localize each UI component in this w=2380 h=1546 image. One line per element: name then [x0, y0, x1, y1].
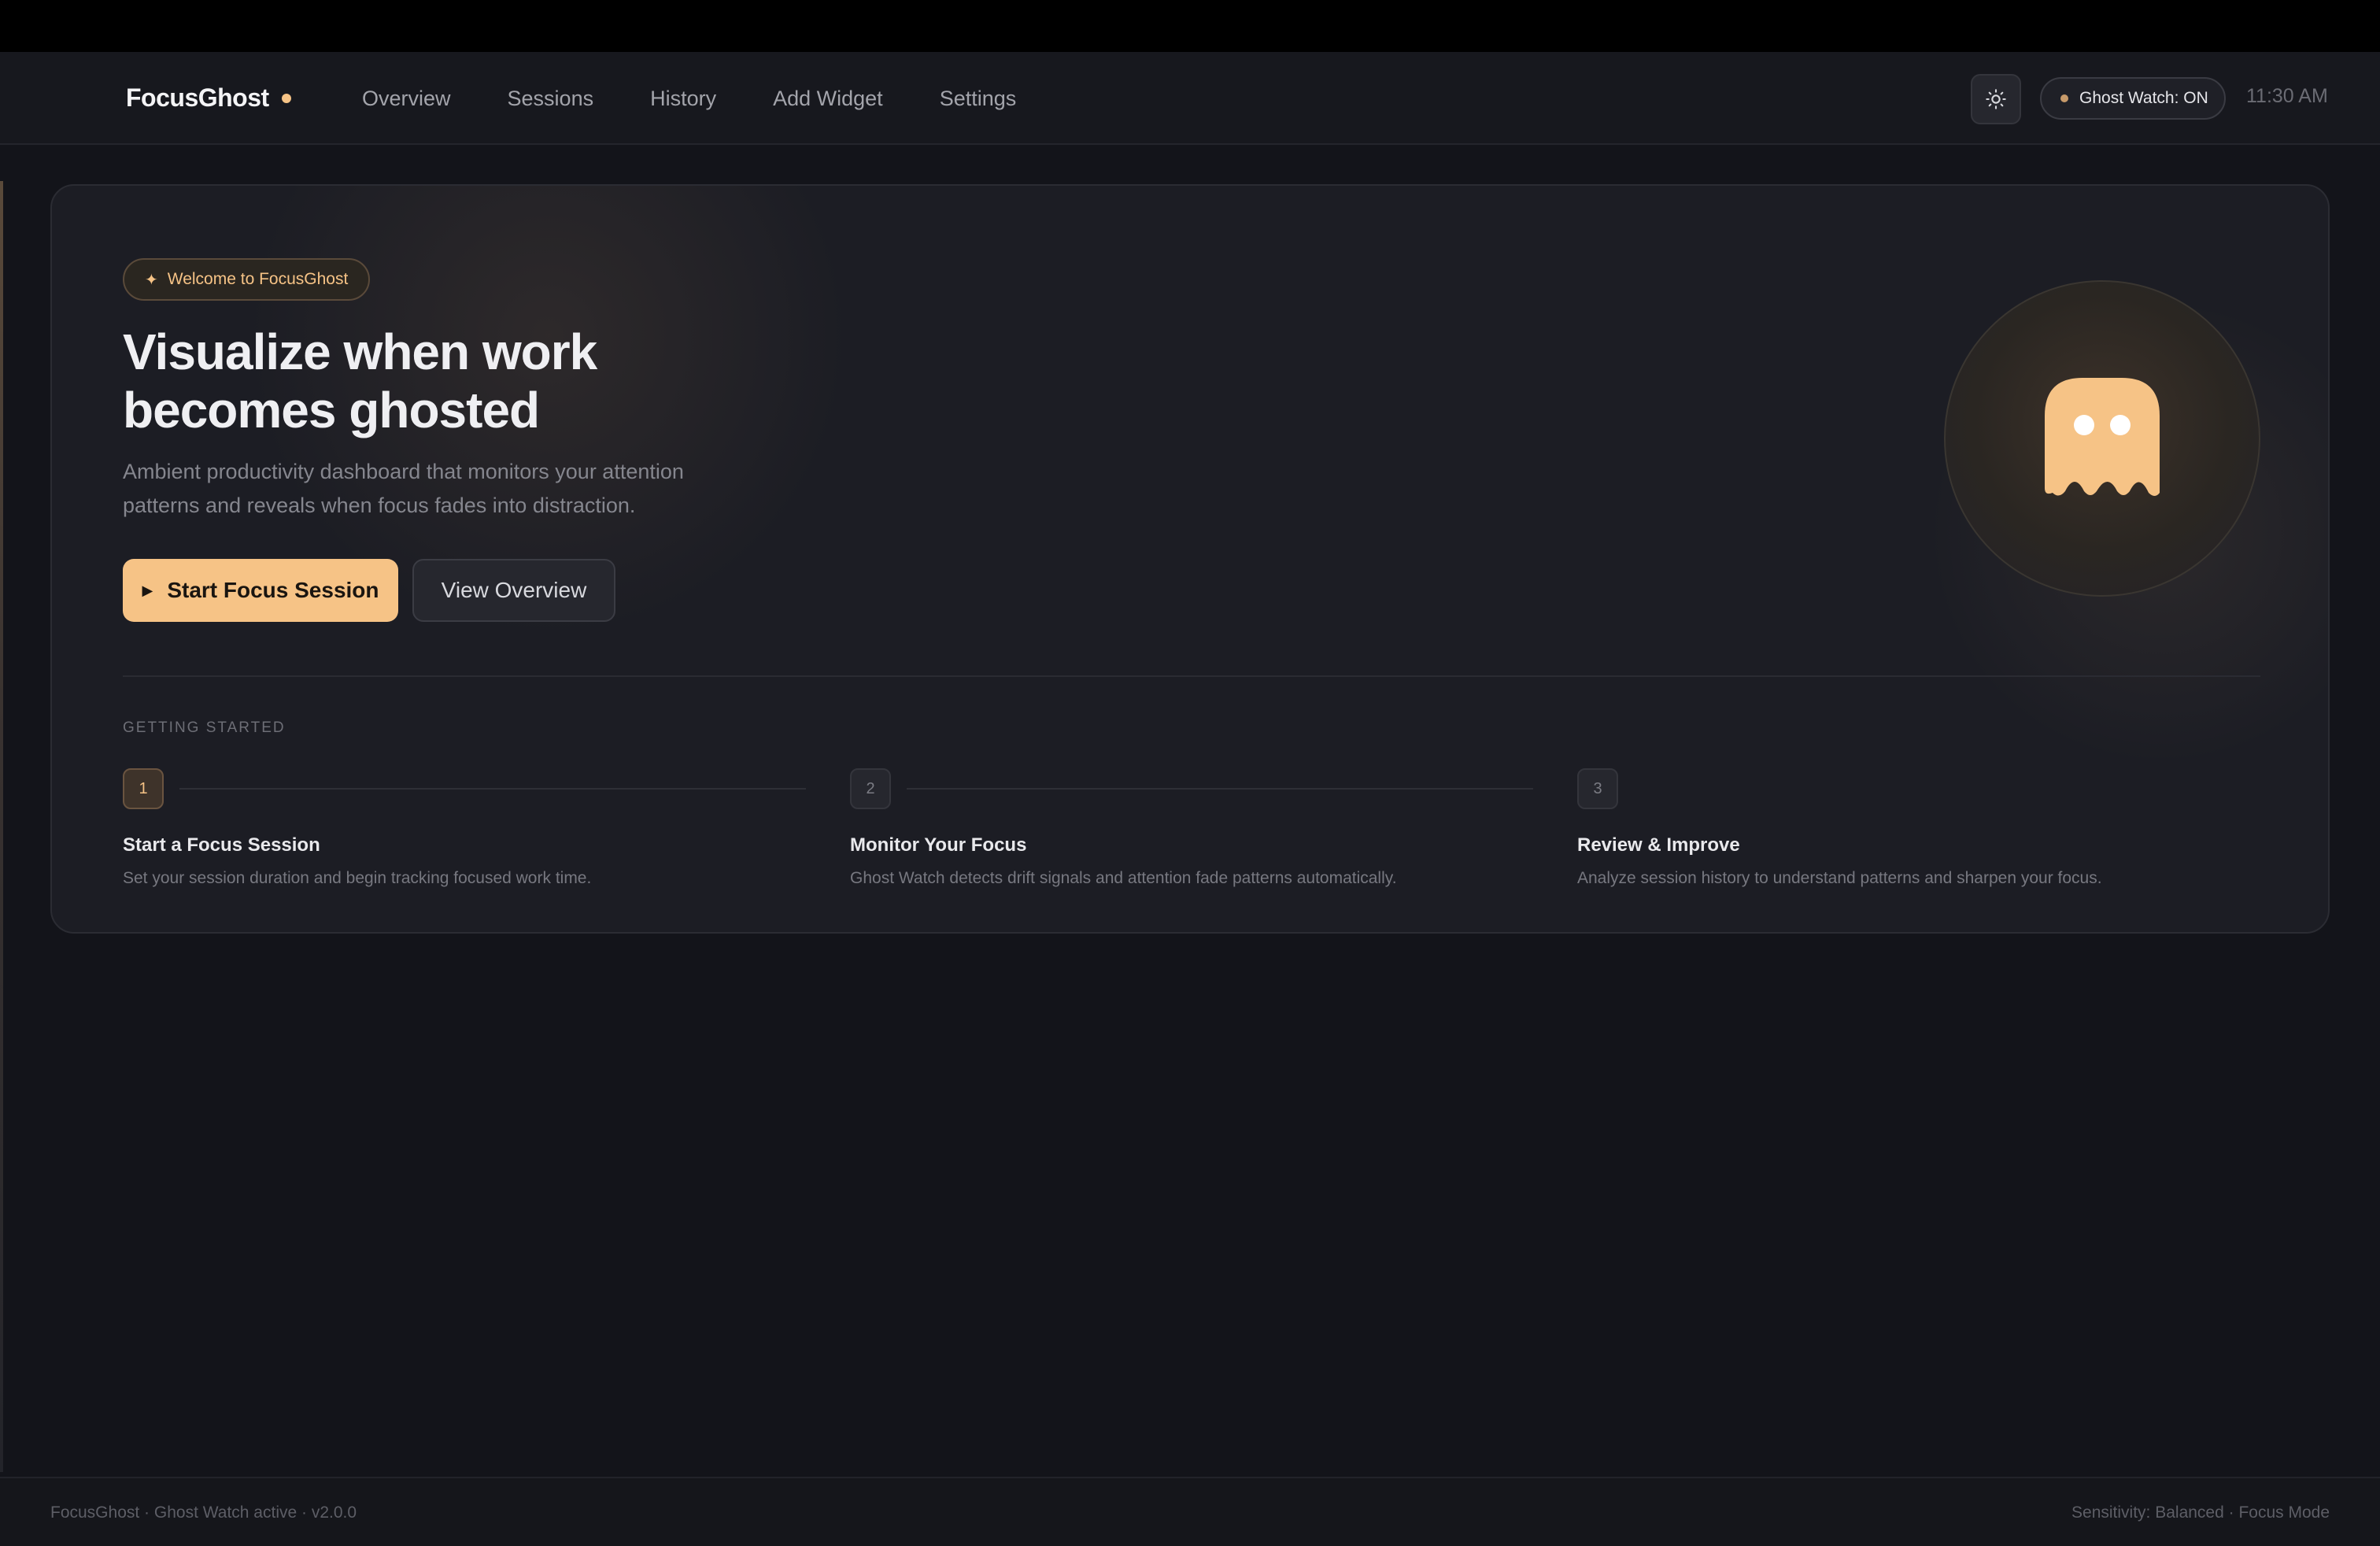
- brand-status-dot: [281, 93, 291, 103]
- start-focus-session-button[interactable]: ▶ Start Focus Session: [123, 559, 398, 622]
- step-title: Start a Focus Session: [123, 834, 320, 856]
- welcome-badge-label: Welcome to FocusGhost: [167, 270, 349, 288]
- step-connector: [179, 788, 806, 790]
- step-connector: [907, 788, 1533, 790]
- hero-title-line-1: Visualize when work: [123, 324, 597, 380]
- hero-subtitle: Ambient productivity dashboard that moni…: [123, 460, 684, 517]
- step-description: Ghost Watch detects drift signals and at…: [850, 869, 1397, 887]
- hero-divider: [123, 675, 2260, 677]
- sparkle-icon: ✦: [145, 271, 158, 289]
- brand[interactable]: FocusGhost: [126, 83, 291, 113]
- ghost-watch-toggle[interactable]: Ghost Watch: ON: [2040, 77, 2226, 120]
- ghost-watch-label: Ghost Watch: ON: [2079, 89, 2208, 107]
- theme-toggle-button[interactable]: [1971, 74, 2021, 124]
- nav-links: Overview Sessions History Add Widget Set…: [362, 83, 1073, 113]
- footer-version-info: FocusGhost · Ghost Watch active · v2.0.0: [50, 1503, 357, 1522]
- clock-time: 11:30 AM: [2246, 85, 2328, 107]
- footer-mode-info: Sensitivity: Balanced · Focus Mode: [2071, 1503, 2330, 1522]
- ghost-mascot: [1944, 280, 2260, 597]
- welcome-badge: ✦ Welcome to FocusGhost: [123, 258, 371, 301]
- nav-link-settings[interactable]: Settings: [940, 83, 1017, 113]
- hero-card: ✦ Welcome to FocusGhost Visualize when w…: [50, 184, 2330, 934]
- os-top-bar: [0, 0, 2380, 52]
- getting-started-label: GETTING STARTED: [123, 719, 286, 736]
- play-icon: ▶: [142, 582, 153, 598]
- step-title: Monitor Your Focus: [850, 834, 1027, 856]
- view-overview-button[interactable]: View Overview: [412, 559, 615, 622]
- step-number: 2: [850, 768, 891, 809]
- sun-icon: [1986, 89, 2006, 109]
- top-navigation: FocusGhost Overview Sessions History Add…: [0, 52, 2380, 145]
- nav-link-add-widget[interactable]: Add Widget: [773, 83, 883, 113]
- hero-title-line-2: becomes ghosted: [123, 382, 540, 438]
- nav-link-sessions[interactable]: Sessions: [508, 83, 594, 113]
- nav-link-overview[interactable]: Overview: [362, 83, 451, 113]
- view-overview-label: View Overview: [441, 578, 587, 602]
- footer: FocusGhost · Ghost Watch active · v2.0.0…: [0, 1477, 2380, 1546]
- step-description: Analyze session history to understand pa…: [1577, 869, 2102, 887]
- start-focus-session-label: Start Focus Session: [167, 578, 379, 602]
- step-title: Review & Improve: [1577, 834, 1740, 856]
- step-number: 3: [1577, 768, 1618, 809]
- hero-title: Visualize when work becomes ghosted: [123, 323, 831, 439]
- step-description: Set your session duration and begin trac…: [123, 869, 592, 887]
- left-edge-accent: [0, 181, 3, 1472]
- step-number: 1: [123, 768, 164, 809]
- ghost-icon: [2045, 378, 2160, 496]
- brand-name: FocusGhost: [126, 83, 269, 112]
- nav-link-history[interactable]: History: [650, 83, 716, 113]
- ghost-watch-status-dot: [2060, 94, 2068, 102]
